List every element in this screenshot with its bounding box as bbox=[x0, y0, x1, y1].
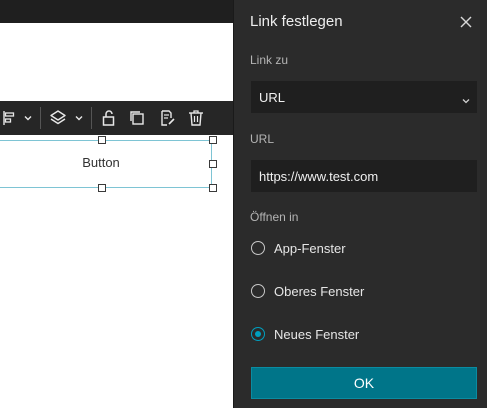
edit-page-icon bbox=[158, 109, 176, 127]
radio-label: App-Fenster bbox=[274, 240, 346, 256]
align-icon bbox=[2, 110, 18, 126]
link-to-select[interactable]: URL bbox=[251, 81, 477, 113]
button-widget[interactable]: Button bbox=[0, 136, 217, 192]
resize-handle-top-right[interactable] bbox=[209, 136, 217, 144]
ok-button[interactable]: OK bbox=[251, 367, 477, 399]
radio-option-new-window[interactable]: Neues Fenster bbox=[251, 324, 359, 344]
link-settings-panel: Link festlegen Link zu URL URL https://w… bbox=[233, 0, 487, 408]
align-button[interactable] bbox=[0, 101, 20, 135]
radio-label: Oberes Fenster bbox=[274, 283, 365, 299]
unlock-button[interactable] bbox=[96, 101, 122, 135]
widget-toolbar bbox=[0, 101, 233, 135]
app-root: Button Link festlegen Link zu URL URL ht… bbox=[0, 0, 487, 408]
radio-option-app-window[interactable]: App-Fenster bbox=[251, 238, 346, 258]
chevron-down-icon bbox=[74, 113, 84, 123]
radio-option-top-window[interactable]: Oberes Fenster bbox=[251, 281, 364, 301]
resize-handle-right[interactable] bbox=[209, 160, 217, 168]
duplicate-icon bbox=[128, 109, 146, 127]
url-input[interactable]: https://www.test.com bbox=[251, 160, 477, 192]
delete-icon bbox=[188, 109, 204, 127]
close-icon bbox=[458, 16, 474, 34]
button-widget-label: Button bbox=[82, 155, 120, 170]
toolbar-divider bbox=[40, 107, 41, 129]
resize-handle-bottom[interactable] bbox=[98, 184, 106, 192]
panel-title: Link festlegen bbox=[250, 13, 343, 30]
close-button[interactable] bbox=[458, 14, 474, 30]
layers-dropdown-button[interactable] bbox=[71, 101, 87, 135]
edit-page-button[interactable] bbox=[152, 101, 182, 135]
url-label: URL bbox=[250, 132, 275, 146]
layers-button[interactable] bbox=[45, 101, 71, 135]
toolbar-divider bbox=[91, 107, 92, 129]
design-canvas[interactable]: Button bbox=[0, 0, 233, 408]
delete-button[interactable] bbox=[182, 101, 210, 135]
link-to-label: Link zu bbox=[250, 53, 289, 67]
duplicate-button[interactable] bbox=[122, 101, 152, 135]
radio-button[interactable] bbox=[251, 284, 265, 298]
resize-handle-bottom-right[interactable] bbox=[209, 184, 217, 192]
unlock-icon bbox=[101, 109, 117, 127]
radio-button-selected[interactable] bbox=[251, 327, 265, 341]
layers-icon bbox=[49, 109, 67, 127]
chevron-down-icon bbox=[23, 113, 33, 123]
open-in-label: Öffnen in bbox=[250, 210, 299, 224]
chevron-down-icon bbox=[461, 93, 471, 111]
radio-label: Neues Fenster bbox=[274, 326, 360, 342]
radio-button[interactable] bbox=[251, 241, 265, 255]
url-input-value: https://www.test.com bbox=[259, 169, 379, 184]
link-to-value: URL bbox=[259, 90, 286, 105]
resize-handle-top[interactable] bbox=[98, 136, 106, 144]
canvas-header-bar bbox=[0, 0, 233, 23]
align-dropdown-button[interactable] bbox=[20, 101, 36, 135]
